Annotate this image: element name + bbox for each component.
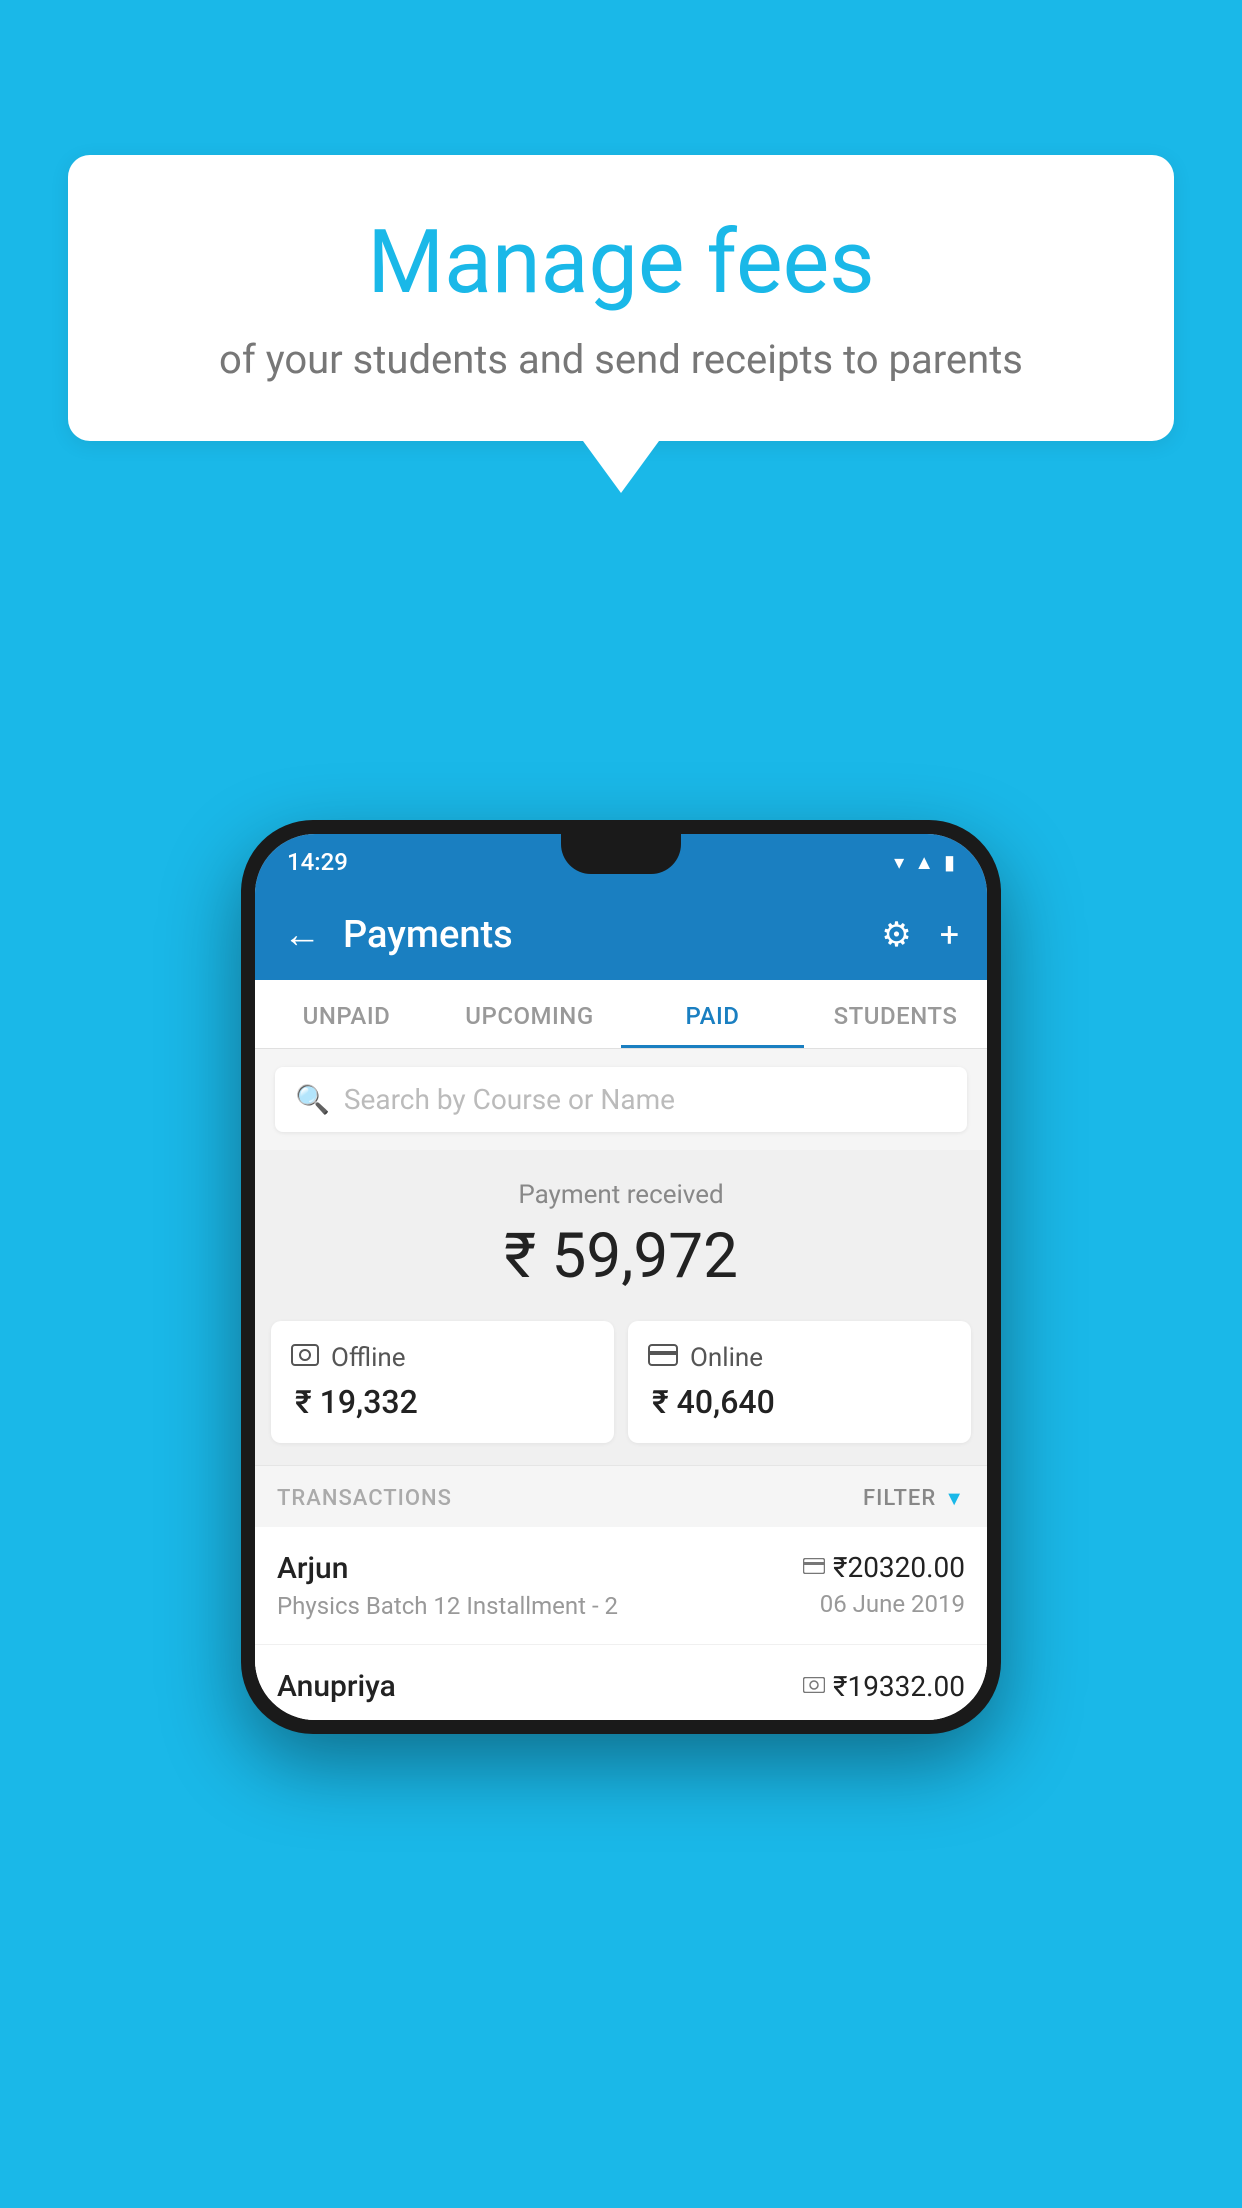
speech-bubble-wrapper: Manage fees of your students and send re…	[68, 155, 1174, 493]
phone-frame: 14:29 ▾ ▲ ▮ ← Payments ⚙ + UNPAID	[241, 820, 1001, 1734]
transaction-left-anupriya: Anupriya	[277, 1669, 396, 1710]
add-icon[interactable]: +	[940, 915, 959, 955]
phone-screen: 14:29 ▾ ▲ ▮ ← Payments ⚙ + UNPAID	[255, 834, 987, 1720]
signal-icon: ▲	[914, 850, 934, 875]
payment-cards: Offline ₹ 19,332 Online	[255, 1321, 987, 1465]
card-payment-icon-arjun	[803, 1555, 825, 1580]
transaction-amount-row-arjun: ₹20320.00	[803, 1551, 965, 1584]
transaction-name-arjun: Arjun	[277, 1551, 618, 1586]
transaction-detail-arjun: Physics Batch 12 Installment - 2	[277, 1592, 618, 1620]
transaction-amount-anupriya: ₹19332.00	[833, 1670, 965, 1703]
status-icons: ▾ ▲ ▮	[894, 850, 955, 875]
search-placeholder-text: Search by Course or Name	[344, 1083, 675, 1116]
payment-total-amount: ₹ 59,972	[275, 1220, 967, 1293]
phone-wrapper: 14:29 ▾ ▲ ▮ ← Payments ⚙ + UNPAID	[241, 820, 1001, 1734]
offline-icon	[291, 1343, 319, 1373]
speech-bubble-arrow	[583, 441, 659, 493]
transaction-right-arjun: ₹20320.00 06 June 2019	[803, 1551, 965, 1618]
transaction-name-anupriya: Anupriya	[277, 1669, 396, 1704]
filter-button[interactable]: FILTER ▼	[863, 1486, 965, 1511]
payments-title: Payments	[343, 913, 881, 957]
transaction-left-arjun: Arjun Physics Batch 12 Installment - 2	[277, 1551, 618, 1620]
status-time: 14:29	[287, 848, 348, 876]
transaction-right-anupriya: ₹19332.00	[803, 1670, 965, 1709]
tab-upcoming[interactable]: UPCOMING	[438, 980, 621, 1048]
online-card-header: Online	[648, 1343, 951, 1373]
settings-icon[interactable]: ⚙	[881, 915, 911, 955]
offline-amount: ₹ 19,332	[291, 1383, 594, 1421]
battery-icon: ▮	[944, 850, 955, 874]
transactions-header: TRANSACTIONS FILTER ▼	[255, 1465, 987, 1527]
online-icon	[648, 1343, 678, 1373]
transactions-list: Arjun Physics Batch 12 Installment - 2	[255, 1527, 987, 1720]
online-amount: ₹ 40,640	[648, 1383, 951, 1421]
tab-unpaid[interactable]: UNPAID	[255, 980, 438, 1048]
speech-bubble: Manage fees of your students and send re…	[68, 155, 1174, 441]
phone-notch	[561, 834, 681, 874]
manage-fees-title: Manage fees	[118, 215, 1124, 312]
search-bar[interactable]: 🔍 Search by Course or Name	[275, 1067, 967, 1132]
transaction-amount-row-anupriya: ₹19332.00	[803, 1670, 965, 1703]
back-button[interactable]: ←	[283, 913, 321, 957]
payment-summary: Payment received ₹ 59,972	[255, 1150, 987, 1321]
tab-students[interactable]: STUDENTS	[804, 980, 987, 1048]
header-icons: ⚙ +	[881, 915, 959, 955]
filter-icon: ▼	[944, 1486, 965, 1511]
search-container: 🔍 Search by Course or Name	[255, 1049, 987, 1150]
filter-label: FILTER	[863, 1486, 936, 1511]
payment-received-label: Payment received	[275, 1180, 967, 1210]
transaction-row[interactable]: Arjun Physics Batch 12 Installment - 2	[255, 1527, 987, 1645]
manage-fees-subtitle: of your students and send receipts to pa…	[118, 334, 1124, 386]
app-header: ← Payments ⚙ +	[255, 890, 987, 980]
transaction-row-anupriya[interactable]: Anupriya ₹19332.00	[255, 1645, 987, 1720]
tabs-bar: UNPAID UPCOMING PAID STUDENTS	[255, 980, 987, 1049]
offline-card: Offline ₹ 19,332	[271, 1321, 614, 1443]
transactions-label: TRANSACTIONS	[277, 1486, 452, 1511]
online-label: Online	[690, 1343, 763, 1373]
offline-label: Offline	[331, 1343, 406, 1373]
offline-payment-icon-anupriya	[803, 1674, 825, 1699]
wifi-icon: ▾	[894, 850, 904, 874]
offline-card-header: Offline	[291, 1343, 594, 1373]
transaction-amount-arjun: ₹20320.00	[833, 1551, 965, 1584]
tab-paid[interactable]: PAID	[621, 980, 804, 1048]
online-card: Online ₹ 40,640	[628, 1321, 971, 1443]
transaction-date-arjun: 06 June 2019	[803, 1590, 965, 1618]
search-icon: 🔍	[295, 1083, 330, 1116]
